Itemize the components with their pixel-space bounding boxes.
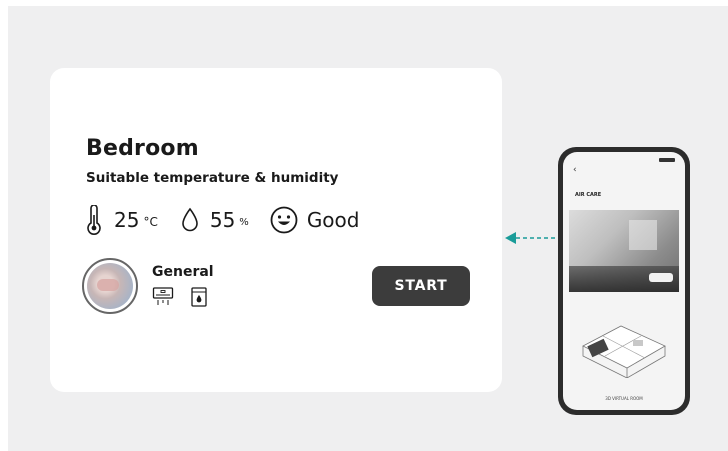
phone-screen: ‹ AIR CARE 3D VIRTUAL ROOM	[563, 152, 685, 410]
humidity-stat: 55 %	[178, 205, 249, 235]
humidity-value: 55	[209, 208, 236, 232]
room-subtitle: Suitable temperature & humidity	[86, 170, 339, 186]
temperature-stat: 25 °C	[82, 205, 158, 235]
phone-footer: 3D VIRTUAL ROOM	[605, 396, 643, 401]
mode-name: General	[152, 264, 214, 280]
floorplan-3d-icon	[582, 325, 666, 378]
status-bar-icons	[659, 158, 675, 162]
temperature-unit: °C	[143, 215, 158, 229]
air-quality-stat: Good	[269, 205, 360, 235]
smiley-face-icon	[269, 205, 299, 235]
air-quality-value: Good	[306, 208, 360, 232]
thermometer-icon	[82, 205, 106, 235]
mode-device-icons	[152, 286, 224, 308]
background-panel: Bedroom Suitable temperature & humidity …	[8, 6, 728, 451]
air-conditioner-icon	[152, 286, 174, 308]
phone-header: AIR CARE	[575, 192, 602, 198]
start-button[interactable]: START	[372, 266, 470, 306]
room-title: Bedroom	[86, 136, 199, 161]
phone-mockup: ‹ AIR CARE 3D VIRTUAL ROOM	[558, 147, 690, 415]
back-arrow-icon: ‹	[573, 165, 577, 175]
air-purifier-icon	[188, 286, 210, 308]
room-card: Bedroom Suitable temperature & humidity …	[50, 68, 502, 392]
bedroom-photo	[87, 263, 133, 309]
mini-start-button	[649, 273, 673, 282]
droplet-icon	[178, 205, 202, 235]
temperature-value: 25	[114, 208, 140, 232]
humidity-unit: %	[239, 216, 249, 228]
environment-stats: 25 °C 55 % Good	[82, 204, 379, 236]
mode-avatar	[82, 258, 138, 314]
